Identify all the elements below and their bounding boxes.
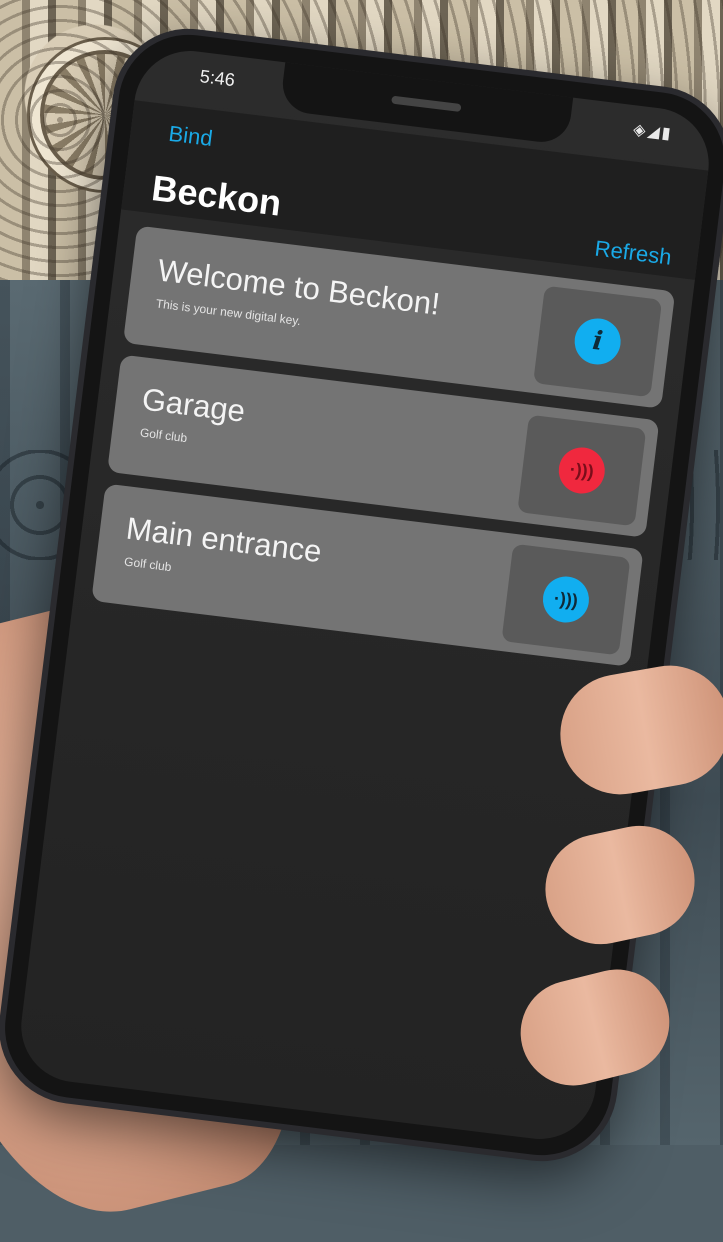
nfc-icon: ·)))	[540, 573, 592, 626]
refresh-button[interactable]: Refresh	[593, 236, 673, 271]
nfc-icon: ·)))	[556, 444, 608, 497]
status-time: 5:46	[198, 66, 237, 91]
info-button[interactable]: i	[533, 285, 663, 398]
unlock-button[interactable]: ·)))	[517, 414, 647, 527]
unlock-button[interactable]: ·)))	[501, 543, 631, 656]
bind-button[interactable]: Bind	[167, 121, 214, 152]
speaker-grille	[391, 95, 462, 113]
card-subtitle: Golf club	[123, 554, 173, 575]
card-subtitle: Golf club	[139, 425, 189, 446]
card-title: Garage	[140, 381, 248, 429]
key-list: Welcome to Beckon! This is your new digi…	[90, 225, 676, 679]
signal-battery-icon: ◈◢▮	[632, 121, 674, 143]
info-icon: i	[572, 315, 624, 368]
page-title: Beckon	[149, 167, 284, 224]
